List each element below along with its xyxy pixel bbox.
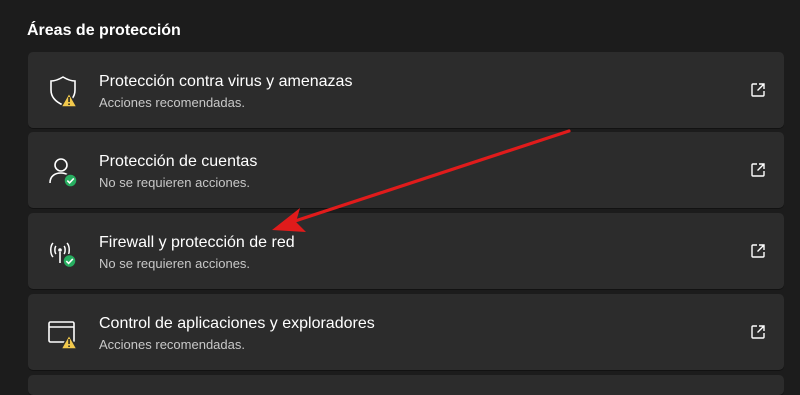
open-external-icon[interactable] [750, 324, 766, 340]
app-window-warning-icon [46, 316, 80, 350]
card-title: Control de aplicaciones y exploradores [99, 315, 375, 332]
section-title: Áreas de protección [27, 22, 181, 39]
card-app-browser-control[interactable]: Control de aplicaciones y exploradores A… [28, 294, 784, 370]
card-account-protection[interactable]: Protección de cuentas No se requieren ac… [28, 132, 784, 208]
open-external-icon[interactable] [750, 243, 766, 259]
shield-warning-icon [46, 74, 80, 108]
card-status: Acciones recomendadas. [99, 95, 245, 110]
card-next-partial[interactable] [28, 375, 784, 395]
card-title: Protección contra virus y amenazas [99, 73, 353, 90]
card-status: No se requieren acciones. [99, 256, 251, 271]
card-status: No se requieren acciones. [99, 175, 251, 190]
card-status: Acciones recomendadas. [99, 337, 245, 352]
card-virus-protection[interactable]: Protección contra virus y amenazas Accio… [28, 52, 784, 128]
card-firewall-protection[interactable]: Firewall y protección de red No se requi… [28, 213, 784, 289]
antenna-check-icon [46, 235, 80, 269]
card-title: Protección de cuentas [99, 153, 258, 170]
card-title: Firewall y protección de red [99, 234, 295, 251]
open-external-icon[interactable] [750, 162, 766, 178]
open-external-icon[interactable] [750, 82, 766, 98]
person-check-icon [46, 154, 80, 188]
